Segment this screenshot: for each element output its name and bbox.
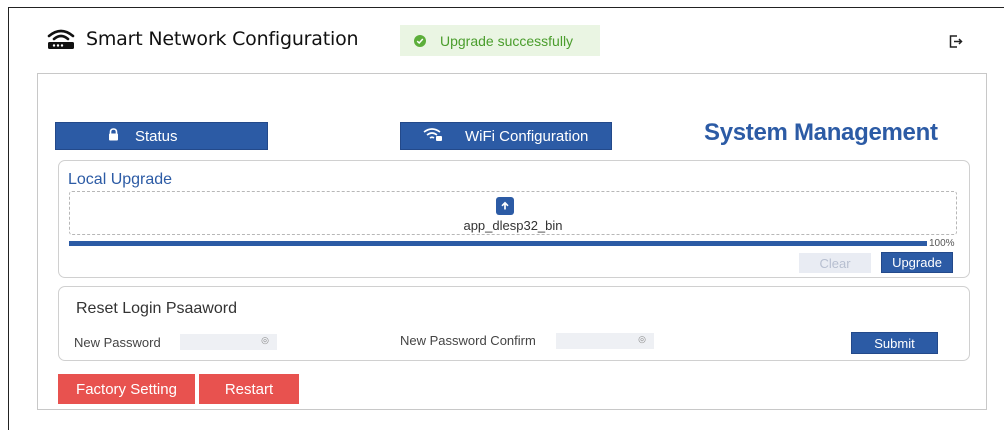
selected-file-name: app_dlesp32_bin xyxy=(463,218,563,233)
wifi-icon xyxy=(423,127,443,146)
lock-icon xyxy=(108,127,119,145)
upload-progress-bar xyxy=(69,241,927,246)
local-upgrade-title: Local Upgrade xyxy=(68,171,173,188)
status-tab[interactable]: Status xyxy=(55,122,268,150)
wifi-tab-label: WiFi Configuration xyxy=(465,127,589,145)
new-password-confirm-field[interactable]: ◎ xyxy=(556,333,654,349)
upload-icon xyxy=(496,197,514,215)
reset-password-card: Reset Login Psaaword New Password ◎ New … xyxy=(58,286,970,361)
status-tab-label: Status xyxy=(135,127,178,145)
app-title: Smart Network Configuration xyxy=(86,28,359,50)
success-toast: Upgrade successfully xyxy=(400,25,600,56)
upload-progress-label: 100% xyxy=(929,238,955,249)
header: Smart Network Configuration Upgrade succ… xyxy=(0,0,1004,66)
factory-setting-button[interactable]: Factory Setting xyxy=(58,374,195,404)
new-password-field[interactable]: ◎ xyxy=(180,334,277,350)
check-circle-icon xyxy=(414,34,426,47)
upgrade-button[interactable]: Upgrade xyxy=(881,252,953,273)
logout-icon[interactable] xyxy=(949,35,963,53)
toast-message: Upgrade successfully xyxy=(440,32,574,49)
file-dropzone[interactable]: app_dlesp32_bin xyxy=(69,191,957,235)
restart-button[interactable]: Restart xyxy=(199,374,299,404)
submit-button[interactable]: Submit xyxy=(851,332,938,354)
clear-button[interactable]: Clear xyxy=(799,253,871,273)
reset-password-title: Reset Login Psaaword xyxy=(76,300,237,317)
local-upgrade-card: Local Upgrade app_dlesp32_bin 100% Clear… xyxy=(58,160,970,278)
new-password-confirm-label: New Password Confirm xyxy=(400,333,536,348)
eye-icon[interactable]: ◎ xyxy=(261,335,269,346)
router-icon xyxy=(46,28,76,50)
upload-progress-fill xyxy=(69,241,927,246)
brand: Smart Network Configuration xyxy=(46,28,359,50)
new-password-label: New Password xyxy=(74,335,161,350)
eye-icon[interactable]: ◎ xyxy=(638,334,646,345)
page-title: System Management xyxy=(704,119,938,146)
wifi-configuration-tab[interactable]: WiFi Configuration xyxy=(400,122,612,150)
